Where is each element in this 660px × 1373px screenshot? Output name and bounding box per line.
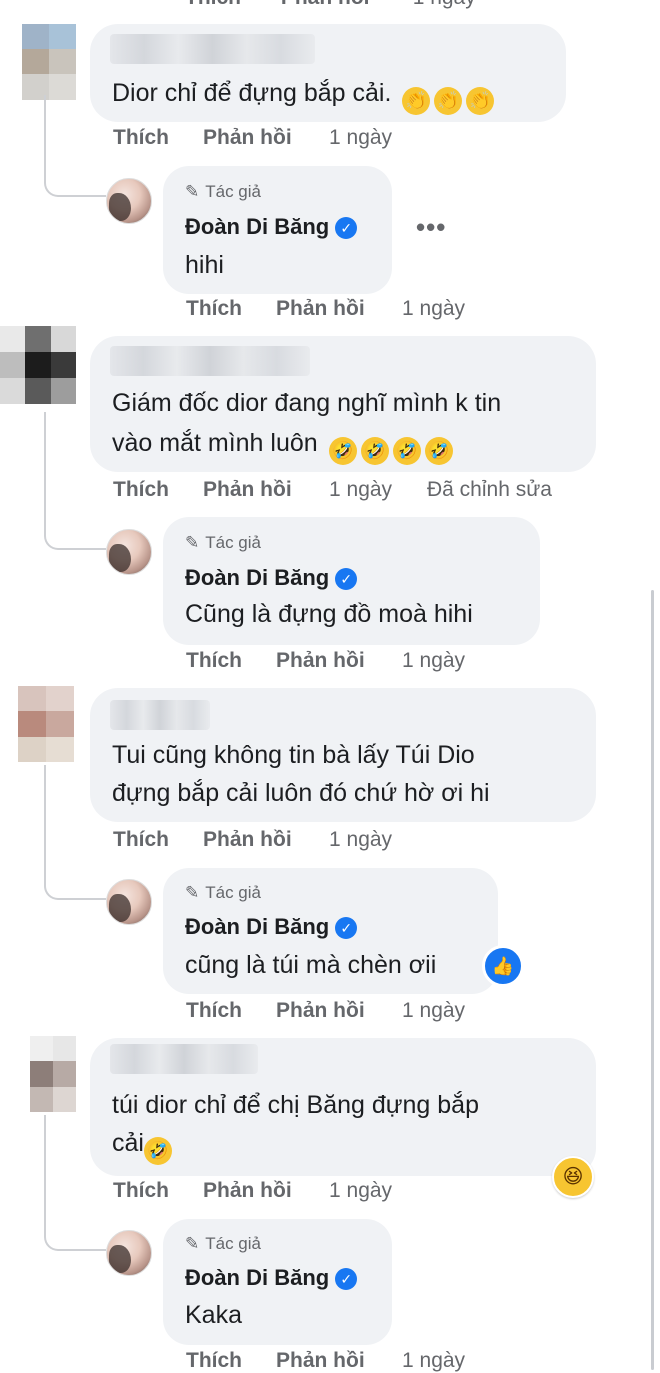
- timestamp[interactable]: 1 ngày: [402, 297, 500, 321]
- reply-action[interactable]: Phản hồi: [276, 297, 402, 321]
- verified-badge-icon: ✓: [335, 1268, 358, 1290]
- top-partial-actions: Thích Phản hồi 1 ngày: [185, 0, 511, 10]
- reply-bubble: ✎ Tác giả Đoàn Di Băng ✓ hihi: [163, 166, 392, 294]
- reply-action[interactable]: Phản hồi: [203, 828, 329, 852]
- clapping-hands-emoji: 👏: [434, 87, 463, 115]
- timestamp[interactable]: 1 ngày: [329, 828, 427, 852]
- edited-label: Đã chỉnh sửa: [427, 478, 552, 501]
- author-name[interactable]: Đoàn Di Băng ✓: [185, 214, 358, 240]
- verified-badge-icon: ✓: [335, 568, 358, 590]
- commenter-avatar[interactable]: [22, 24, 76, 100]
- commenter-avatar[interactable]: [18, 686, 74, 762]
- timestamp[interactable]: 1 ngày: [402, 649, 500, 673]
- blurred-commenter-name[interactable]: [110, 700, 210, 730]
- reply-text: Cũng là đựng đồ moà hihi: [185, 600, 473, 628]
- comment-bubble: Dior chỉ để đựng bắp cải. 👏 👏 👏: [90, 24, 566, 122]
- like-action[interactable]: Thích: [186, 649, 276, 673]
- commenter-avatar[interactable]: [30, 1036, 76, 1112]
- timestamp[interactable]: 1 ngày: [329, 478, 427, 502]
- author-tag: ✎ Tác giả: [185, 182, 261, 201]
- reply-action[interactable]: Phản hồi: [276, 999, 402, 1023]
- timestamp: 1 ngày: [413, 0, 511, 10]
- author-avatar[interactable]: [106, 1230, 152, 1276]
- reply-action[interactable]: Phản hồi: [203, 478, 329, 502]
- comment-text: đựng bắp cải luôn đó chứ hờ ơi hi: [112, 779, 490, 807]
- rofl-emoji: 🤣: [328, 437, 357, 465]
- like-action[interactable]: Thích: [113, 828, 203, 852]
- verified-badge-icon: ✓: [335, 217, 358, 239]
- more-dots-icon[interactable]: •••: [416, 212, 446, 243]
- comment-bubble: túi dior chỉ để chị Băng đựng bắp cải 🤣: [90, 1038, 596, 1176]
- author-avatar[interactable]: [106, 879, 152, 925]
- author-name[interactable]: Đoàn Di Băng ✓: [185, 565, 358, 591]
- reply-action[interactable]: Phản hồi: [281, 0, 407, 10]
- comment-bubble: Tui cũng không tin bà lấy Túi Dio đựng b…: [90, 688, 596, 822]
- comment-actions: Thích Phản hồi 1 ngày Đã chỉnh sửa: [113, 478, 552, 502]
- like-action[interactable]: Thích: [186, 297, 276, 321]
- comment-bubble: Giám đốc dior đang nghĩ mình k tin vào m…: [90, 336, 596, 472]
- reply-actions: Thích Phản hồi 1 ngày: [186, 649, 500, 673]
- like-action[interactable]: Thích: [185, 0, 275, 10]
- reply-action[interactable]: Phản hồi: [203, 1179, 329, 1203]
- like-action[interactable]: Thích: [113, 126, 203, 150]
- rofl-emoji: 🤣: [392, 437, 421, 465]
- reply-text: hihi: [185, 251, 224, 279]
- reply-bubble: ✎ Tác giả Đoàn Di Băng ✓ Kaka: [163, 1219, 392, 1345]
- like-reaction-icon[interactable]: 👍: [482, 945, 524, 987]
- clapping-hands-emoji: 👏: [402, 87, 431, 115]
- reply-action[interactable]: Phản hồi: [276, 1349, 402, 1373]
- pencil-icon: ✎: [185, 182, 200, 201]
- comment-text: Dior chỉ để đựng bắp cải. 👏 👏 👏: [112, 74, 495, 115]
- scrollbar[interactable]: [651, 590, 654, 1370]
- blurred-commenter-name[interactable]: [110, 1044, 258, 1074]
- comment-actions: Thích Phản hồi 1 ngày: [113, 126, 427, 150]
- clapping-hands-emoji: 👏: [466, 87, 495, 115]
- comment-text: cải 🤣: [112, 1124, 172, 1165]
- like-action[interactable]: Thích: [113, 1179, 203, 1203]
- author-tag: ✎ Tác giả: [185, 883, 261, 902]
- reply-bubble: ✎ Tác giả Đoàn Di Băng ✓ cũng là túi mà ch…: [163, 868, 498, 994]
- like-action[interactable]: Thích: [186, 1349, 276, 1373]
- reply-actions: Thích Phản hồi 1 ngày: [186, 1349, 500, 1373]
- author-tag: ✎ Tác giả: [185, 1234, 261, 1253]
- reply-action[interactable]: Phản hồi: [276, 649, 402, 673]
- rofl-emoji: 🤣: [360, 437, 389, 465]
- pencil-icon: ✎: [185, 1234, 200, 1253]
- comment-text: túi dior chỉ để chị Băng đựng bắp: [112, 1091, 479, 1119]
- timestamp[interactable]: 1 ngày: [329, 1179, 427, 1203]
- timestamp[interactable]: 1 ngày: [402, 999, 500, 1023]
- commenter-avatar[interactable]: [0, 326, 76, 404]
- reply-text: cũng là túi mà chèn ơii: [185, 951, 437, 979]
- author-name[interactable]: Đoàn Di Băng ✓: [185, 1265, 358, 1291]
- author-tag: ✎ Tác giả: [185, 533, 261, 552]
- author-name[interactable]: Đoàn Di Băng ✓: [185, 914, 358, 940]
- timestamp[interactable]: 1 ngày: [402, 1349, 500, 1373]
- pencil-icon: ✎: [185, 533, 200, 552]
- comment-actions: Thích Phản hồi 1 ngày: [113, 1179, 427, 1203]
- like-action[interactable]: Thích: [186, 999, 276, 1023]
- blurred-commenter-name[interactable]: [110, 346, 310, 376]
- reply-bubble: ✎ Tác giả Đoàn Di Băng ✓ Cũng là đựng đồ m…: [163, 517, 540, 645]
- reply-actions: Thích Phản hồi 1 ngày: [186, 999, 500, 1023]
- haha-reaction-icon[interactable]: 😆: [552, 1156, 594, 1198]
- blurred-commenter-name[interactable]: [110, 34, 315, 64]
- author-avatar[interactable]: [106, 529, 152, 575]
- timestamp[interactable]: 1 ngày: [329, 126, 427, 150]
- reply-text: Kaka: [185, 1301, 242, 1329]
- comment-text: Giám đốc dior đang nghĩ mình k tin: [112, 389, 502, 417]
- verified-badge-icon: ✓: [335, 917, 358, 939]
- comment-actions: Thích Phản hồi 1 ngày: [113, 828, 427, 852]
- reply-action[interactable]: Phản hồi: [203, 126, 329, 150]
- comment-text: Tui cũng không tin bà lấy Túi Dio: [112, 741, 475, 769]
- reply-actions: Thích Phản hồi 1 ngày: [186, 297, 500, 321]
- pencil-icon: ✎: [185, 883, 200, 902]
- like-action[interactable]: Thích: [113, 478, 203, 502]
- rofl-emoji: 🤣: [143, 1137, 172, 1165]
- comment-text: vào mắt mình luôn 🤣 🤣 🤣 🤣: [112, 424, 453, 465]
- author-avatar[interactable]: [106, 178, 152, 224]
- rofl-emoji: 🤣: [424, 437, 453, 465]
